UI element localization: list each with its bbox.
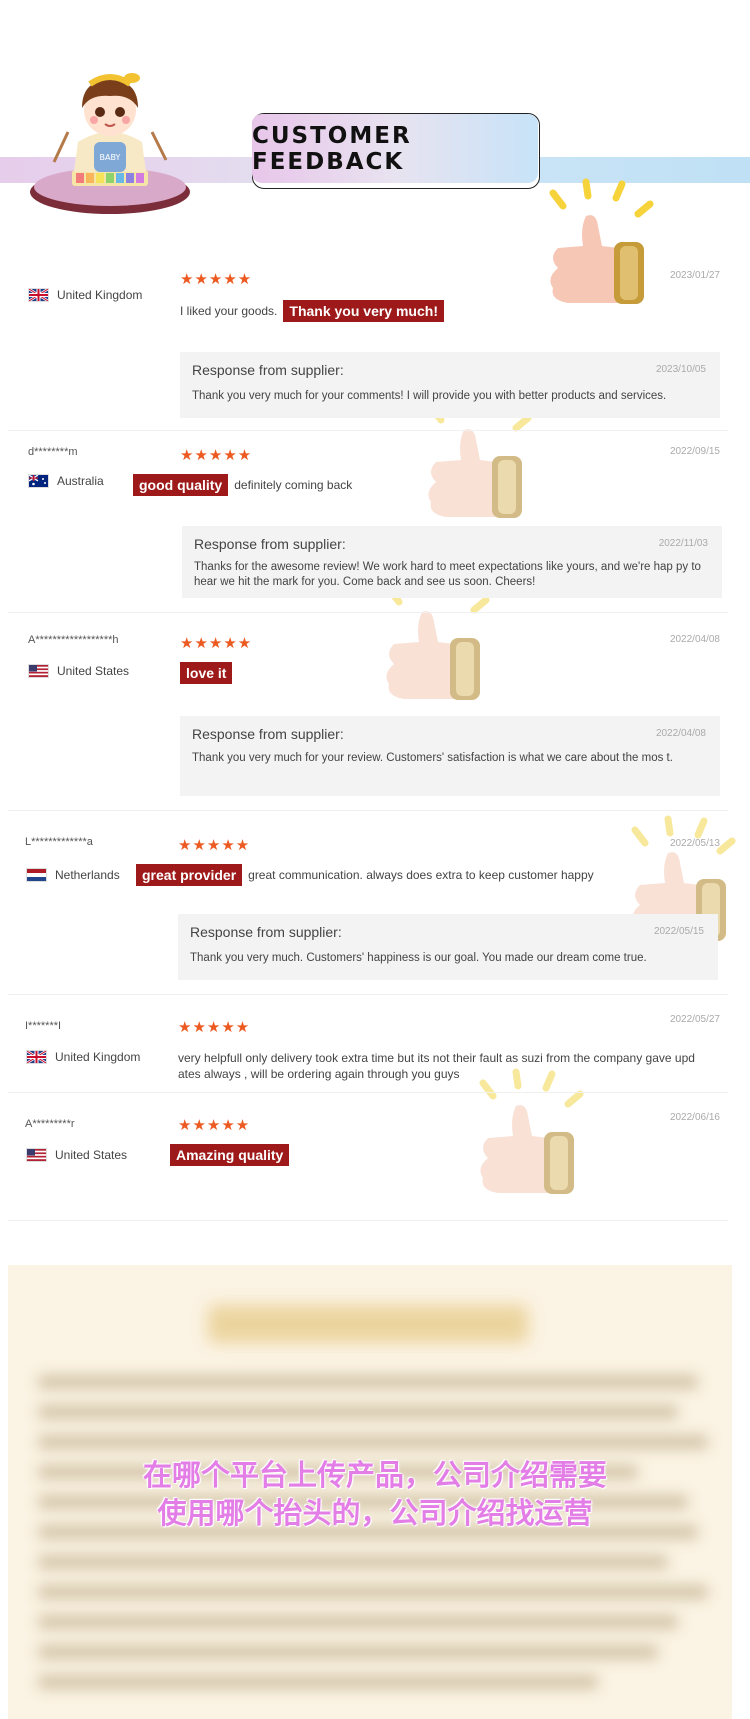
blurred-text-line <box>38 1555 668 1569</box>
reviewer-name: A*********r <box>25 1118 75 1130</box>
comment-highlight-badge: great provider <box>136 864 243 886</box>
supplier-response: Response from supplier: 2023/10/05 Thank… <box>180 352 720 418</box>
review-comment: great provider great communication. alwa… <box>136 864 594 886</box>
reviewer-country: Netherlands <box>26 868 120 882</box>
review-comment: Amazing quality <box>170 1144 290 1166</box>
response-title: Response from supplier: <box>194 536 346 552</box>
page-title: CUSTOMER FEEDBACK <box>252 122 412 175</box>
review-comment: love it <box>180 662 233 684</box>
blurred-text-line <box>38 1585 708 1599</box>
reviewer-name: I*******I <box>25 1020 62 1032</box>
reviewer-country: United States <box>26 1148 127 1162</box>
comment-highlight-badge: Amazing quality <box>170 1144 290 1166</box>
us-flag-icon <box>26 1148 47 1162</box>
comment-highlight-badge: Thank you very much! <box>283 300 444 322</box>
mascot-illustration: BABY <box>30 73 190 214</box>
review-date: 2023/01/27 <box>669 270 720 281</box>
blurred-text-line <box>38 1375 698 1389</box>
overlay-note-line-2: 使用哪个抬头的，公司介绍找运营 <box>157 1496 593 1530</box>
review-item: L*************a Netherlands ★★★★★ 2022/0… <box>8 810 728 995</box>
response-text: Thank you very much. Customers' happines… <box>190 952 647 964</box>
response-date: 2022/04/08 <box>655 728 706 739</box>
review-comment: I liked your goods. Thank you very much! <box>180 300 444 322</box>
blurred-text-line <box>38 1615 678 1629</box>
reviewer-country: United Kingdom <box>26 1050 140 1064</box>
review-item: A******************h United States ★★★★★… <box>8 612 728 811</box>
response-text: Thank you very much for your comments! I… <box>192 390 667 402</box>
nl-flag-icon <box>26 868 47 882</box>
supplier-response: Response from supplier: 2022/04/08 Thank… <box>180 716 720 796</box>
blurred-text-line <box>38 1405 678 1419</box>
blurred-text-line <box>38 1435 708 1449</box>
uk-flag-icon <box>28 288 49 302</box>
comment-highlight-badge: love it <box>180 662 233 684</box>
comment-text: very helpfull only delivery took extra t… <box>178 1051 695 1081</box>
reviewer-name: L*************a <box>25 836 93 848</box>
au-flag-icon <box>28 474 49 488</box>
reviewer-country: Australia <box>28 474 104 488</box>
response-date: 2022/11/03 <box>658 538 708 549</box>
response-date: 2023/10/05 <box>655 364 706 375</box>
response-text: Thanks for the awesome review! We work h… <box>194 561 701 588</box>
comment-text: great communication. always does extra t… <box>248 868 594 882</box>
comment-highlight-badge: good quality <box>133 474 229 496</box>
review-item: d********m Australia ★★★★★ 2022/09/15 go… <box>8 430 728 613</box>
comment-text: definitely coming back <box>234 478 353 492</box>
response-title: Response from supplier: <box>192 726 344 742</box>
blurred-text-line <box>38 1675 598 1689</box>
review-date: 2022/09/15 <box>669 446 720 457</box>
comment-text: I liked your goods. <box>180 304 278 318</box>
country-name: Netherlands <box>55 868 120 882</box>
country-name: United Kingdom <box>57 288 143 302</box>
country-name: Australia <box>57 474 104 488</box>
country-name: United States <box>57 664 130 678</box>
uk-flag-icon <box>26 1050 47 1064</box>
supplier-response: Response from supplier: 2022/11/03 Thank… <box>182 526 722 598</box>
reviewer-country: United Kingdom <box>28 288 142 302</box>
review-date: 2022/05/27 <box>669 1014 720 1025</box>
reviewer-name: A******************h <box>28 634 119 646</box>
review-comment: very helpfull only delivery took extra t… <box>178 1050 718 1082</box>
supplier-response: Response from supplier: 2022/05/15 Thank… <box>178 914 718 980</box>
star-rating: ★★★★★ <box>178 1117 251 1134</box>
star-rating: ★★★★★ <box>178 837 251 854</box>
star-rating: ★★★★★ <box>180 447 253 464</box>
star-rating: ★★★★★ <box>178 1019 251 1036</box>
review-date: 2022/04/08 <box>669 634 720 645</box>
response-title: Response from supplier: <box>190 924 342 940</box>
overlay-note-line-1: 在哪个平台上传产品，公司介绍需要 <box>142 1458 607 1492</box>
review-item: A*********r United States ★★★★★ 2022/06/… <box>8 1092 728 1221</box>
star-rating: ★★★★★ <box>180 635 253 652</box>
country-name: United Kingdom <box>55 1050 141 1064</box>
mascot-bib-text: BABY <box>100 153 121 162</box>
us-flag-icon <box>28 664 49 678</box>
response-text: Thank you very much for your review. Cus… <box>192 752 673 764</box>
response-date: 2022/05/15 <box>653 926 704 937</box>
reviewer-name: d********m <box>28 446 78 458</box>
review-date: 2022/05/13 <box>669 838 720 849</box>
star-rating: ★★★★★ <box>180 271 253 288</box>
review-date: 2022/06/16 <box>669 1112 720 1123</box>
title-banner: CUSTOMER FEEDBACK <box>252 114 538 183</box>
country-name: United States <box>55 1148 128 1162</box>
review-comment: good quality definitely coming back <box>133 474 352 496</box>
response-title: Response from supplier: <box>192 362 344 378</box>
reviewer-country: United States <box>28 664 129 678</box>
blurred-text-line <box>38 1645 658 1659</box>
review-item: I*******I United Kingdom ★★★★★ 2022/05/2… <box>8 994 728 1093</box>
review-item: United Kingdom ★★★★★ 2023/01/27 I liked … <box>8 248 728 431</box>
blurred-heading <box>208 1305 528 1343</box>
